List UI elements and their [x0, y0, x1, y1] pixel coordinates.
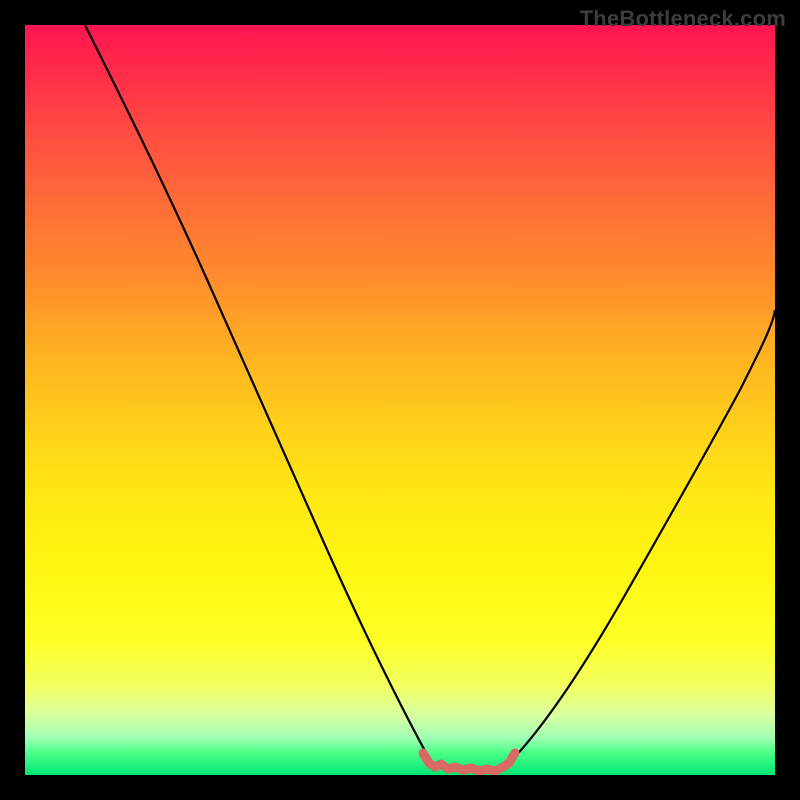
curve-right [512, 310, 775, 760]
watermark-text: TheBottleneck.com [580, 6, 786, 32]
floor-segment [423, 753, 515, 771]
curves-svg [25, 25, 775, 775]
curve-left [85, 25, 430, 760]
plot-area [25, 25, 775, 775]
